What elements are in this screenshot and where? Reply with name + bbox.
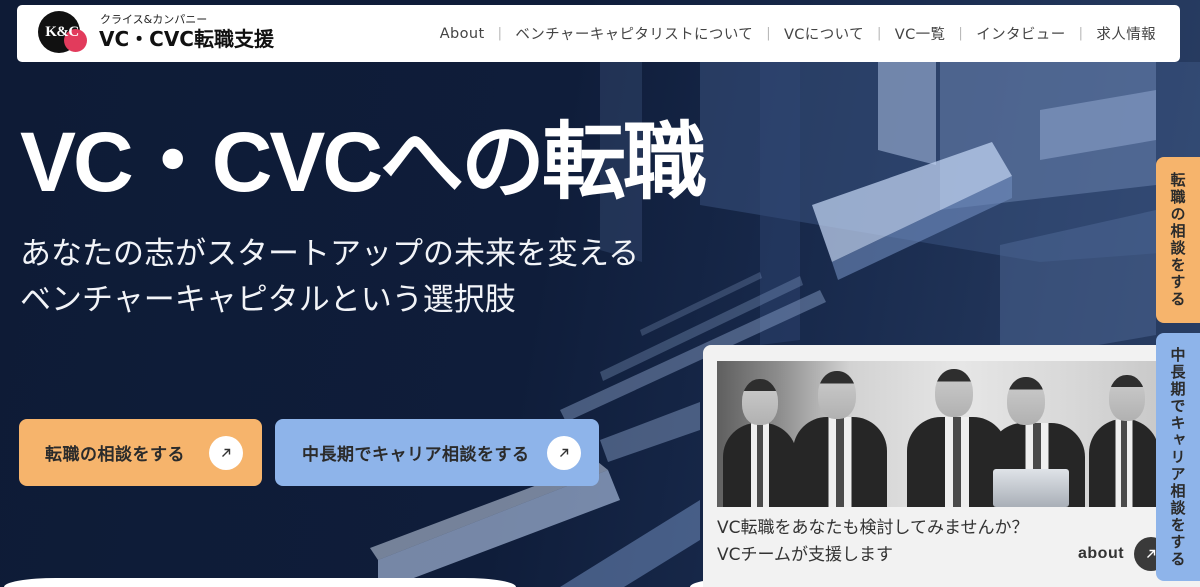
nav-link-about-vc[interactable]: VCについて bbox=[784, 23, 864, 44]
nav-separator: | bbox=[1078, 26, 1084, 41]
nav-separator: | bbox=[958, 26, 964, 41]
cta-label: 中長期でキャリア相談をする bbox=[302, 445, 530, 465]
card-text: VC転職をあなたも検討してみませんか？ VCチームが支援します bbox=[717, 515, 1028, 569]
glass-shape bbox=[878, 62, 936, 165]
side-tab-label: 転職の相談をする bbox=[1168, 172, 1187, 308]
long-term-career-consult-button[interactable]: 中長期でキャリア相談をする bbox=[275, 419, 599, 486]
about-link[interactable]: about bbox=[1078, 537, 1169, 571]
kc-logo-icon: K&C bbox=[38, 11, 88, 55]
brand-logo-link[interactable]: K&C クライス&カンパニー VC・CVC転職支援 bbox=[17, 5, 297, 62]
person-head bbox=[1007, 377, 1045, 425]
nav-separator: | bbox=[876, 26, 882, 41]
glass-shape bbox=[600, 402, 700, 462]
person-silhouette bbox=[723, 423, 797, 507]
nav-link-jobs[interactable]: 求人情報 bbox=[1096, 23, 1156, 44]
brand-service-name: VC・CVC転職支援 bbox=[99, 27, 274, 51]
logo-mark-text: K&C bbox=[45, 23, 79, 40]
person-silhouette bbox=[1089, 419, 1159, 507]
glass-shape bbox=[378, 470, 620, 587]
side-tab-label: 中長期でキャリア相談をする bbox=[1168, 346, 1187, 568]
brand-company-name: クライス&カンパニー bbox=[100, 13, 208, 26]
hero-subtitle-line: あなたの志がスタートアップの未来を変える bbox=[20, 236, 640, 272]
nav-link-about[interactable]: About bbox=[440, 26, 485, 42]
nav-separator: | bbox=[497, 26, 503, 41]
arrow-up-right-icon bbox=[209, 435, 243, 470]
arrow-up-right-icon bbox=[547, 435, 581, 470]
person-head bbox=[1109, 375, 1145, 421]
laptop bbox=[993, 469, 1069, 507]
person-head bbox=[818, 371, 856, 419]
nav-link-interview[interactable]: インタビュー bbox=[976, 23, 1065, 44]
about-link-label: about bbox=[1078, 545, 1125, 562]
side-tab-long-term-career[interactable]: 中長期でキャリア相談をする bbox=[1156, 333, 1200, 581]
hero-title: VC・CVCへの転職 bbox=[20, 115, 707, 209]
hero-subtitle-line: ベンチャーキャピタルという選択肢 bbox=[20, 282, 516, 318]
nav-link-venture-capitalist[interactable]: ベンチャーキャピタリストについて bbox=[515, 23, 753, 44]
nav-link-vc-list[interactable]: VC一覧 bbox=[895, 23, 946, 44]
person-silhouette bbox=[793, 417, 887, 507]
side-tab-consult-job-change[interactable]: 転職の相談をする bbox=[1156, 157, 1200, 323]
about-card[interactable]: VC転職をあなたも検討してみませんか？ VCチームが支援します about bbox=[703, 345, 1200, 587]
nav-separator: | bbox=[766, 26, 771, 41]
person-head bbox=[742, 379, 778, 425]
global-nav: About | ベンチャーキャピタリストについて | VCについて | VC一覧… bbox=[440, 5, 1156, 62]
next-section-edge bbox=[4, 578, 516, 587]
card-text-line: VC転職をあなたも検討してみませんか？ bbox=[717, 518, 1029, 538]
page: K&C クライス&カンパニー VC・CVC転職支援 About | ベンチャーキ… bbox=[0, 0, 1200, 587]
team-photo bbox=[717, 361, 1160, 507]
cta-label: 転職の相談をする bbox=[45, 445, 185, 465]
hero-subtitle: あなたの志がスタートアップの未来を変える ベンチャーキャピタルという選択肢 bbox=[20, 231, 639, 323]
site-header: K&C クライス&カンパニー VC・CVC転職支援 About | ベンチャーキ… bbox=[17, 5, 1180, 62]
card-text-line: VCチームが支援します bbox=[717, 545, 893, 565]
consult-job-change-button[interactable]: 転職の相談をする bbox=[19, 419, 262, 486]
person-head bbox=[935, 369, 973, 417]
